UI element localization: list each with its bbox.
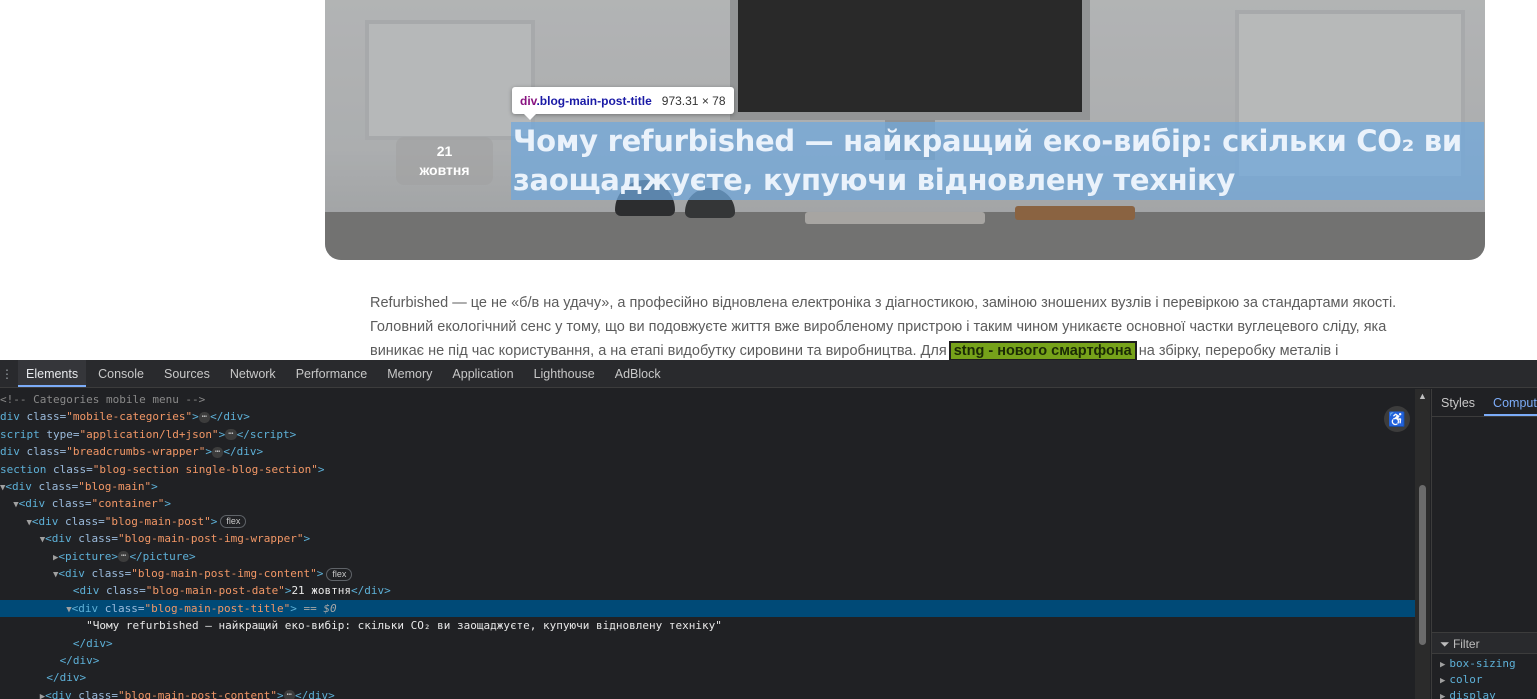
tab-elements[interactable]: Elements [18, 360, 87, 387]
tab-application[interactable]: Application [444, 360, 521, 387]
tree-row[interactable]: ▼<div class="blog-main-post"> flex [0, 513, 1415, 530]
tree-row[interactable]: section class="blog-section single-blog-… [0, 461, 1415, 478]
article-line-3-start: виникає не під час користування, а на ет… [370, 343, 951, 359]
collapse-triangle-icon: ▶ [1440, 660, 1446, 670]
tooltip-class: .blog-main-post-title [536, 93, 652, 108]
web-page: 21 жовтня Чому refurbished — найкращий е… [0, 0, 1537, 360]
tree-row-selected[interactable]: ▼<div class="blog-main-post-title"> == $… [0, 599, 1415, 618]
tree-row[interactable]: ▼<div class="blog-main-post-img-wrapper"… [0, 530, 1415, 547]
ellipsis-icon[interactable]: ⋯ [211, 446, 224, 458]
tab-adblock[interactable]: AdBlock [607, 360, 669, 387]
devtools-panel: ⋮ Elements Console Sources Network Perfo… [0, 360, 1537, 699]
post-date-badge: 21 жовтня [396, 137, 493, 185]
computed-filter-input[interactable]: ⏷ Filter [1432, 632, 1537, 654]
tab-computed[interactable]: Computed [1484, 389, 1537, 416]
article-line-3: виникає не під час користування, а на ет… [370, 339, 1450, 360]
highlighted-text: stng - нового смартфона [948, 341, 1137, 360]
article-line-2: Головний екологічний сенс у тому, що ви … [370, 319, 1387, 335]
filter-placeholder: Filter [1452, 637, 1480, 651]
tree-row[interactable]: ▼<div class="blog-main-post-img-content"… [0, 565, 1415, 582]
tooltip-tag: div [520, 93, 537, 108]
tab-memory[interactable]: Memory [379, 360, 440, 387]
post-title: Чому refurbished — найкращий еко-вибір: … [511, 122, 1484, 200]
flex-badge[interactable]: flex [220, 515, 247, 529]
tree-row[interactable]: <!-- Categories mobile menu --> [0, 391, 1415, 408]
devtools-tabbar: ⋮ Elements Console Sources Network Perfo… [0, 360, 1537, 388]
article-line-1: Refurbished — це не «б/в на удачу», а пр… [370, 295, 1397, 311]
scroll-up-icon[interactable]: ▲ [1418, 391, 1427, 401]
tree-row[interactable]: div class="breadcrumbs-wrapper"> ⋯ </div> [0, 443, 1415, 460]
ellipsis-icon[interactable]: ⋯ [118, 551, 130, 563]
sidebar-tabbar: Styles Computed [1432, 389, 1537, 417]
tree-row[interactable]: ▶<picture> ⋯ </picture> [0, 548, 1415, 565]
post-title-line-1: Чому refurbished — найкращий еко-вибір: … [513, 124, 1462, 158]
tab-network[interactable]: Network [222, 360, 284, 387]
collapse-triangle-icon: ▶ [1440, 676, 1446, 686]
tree-row[interactable]: script type="application/ld+json"> ⋯ </scr… [0, 426, 1415, 443]
scrollbar-thumb[interactable] [1419, 485, 1426, 645]
post-content: Refurbished — це не «б/в на удачу», а пр… [370, 291, 1450, 360]
tree-row[interactable]: div class="mobile-categories"> ⋯ </div> [0, 408, 1415, 425]
elements-scrollbar[interactable]: ▲ [1415, 389, 1430, 699]
ellipsis-icon[interactable]: ⋯ [225, 429, 237, 441]
tree-row[interactable]: </div> [0, 635, 1415, 652]
computed-property[interactable]: ▶ color [1432, 672, 1537, 688]
ellipsis-icon[interactable]: ⋯ [283, 690, 296, 699]
article-line-3-end: на збірку, переробку металів і [1134, 343, 1339, 359]
tab-lighthouse[interactable]: Lighthouse [526, 360, 603, 387]
elements-tree: <!-- Categories mobile menu --> div clas… [0, 389, 1415, 699]
collapse-triangle-icon: ▶ [1440, 692, 1446, 699]
tooltip-dimensions: 973.31 × 78 [661, 93, 726, 108]
tree-row[interactable]: ▼<div class="blog-main"> [0, 478, 1415, 495]
flex-badge[interactable]: flex [326, 567, 353, 581]
tree-row[interactable]: ▼<div class="container"> [0, 495, 1415, 512]
computed-property[interactable]: ▶ display [1432, 688, 1537, 699]
inspect-icon[interactable]: ⋮ [0, 360, 14, 387]
styles-sidebar: Styles Computed ⏷ Filter ▶box-sizing ▶co… [1431, 389, 1537, 699]
post-date-day: 21 [436, 143, 453, 159]
tab-performance[interactable]: Performance [288, 360, 376, 387]
inspect-tooltip: div.blog-main-post-title 973.31 × 78 [512, 87, 734, 120]
tab-styles[interactable]: Styles [1432, 389, 1484, 416]
tab-sources[interactable]: Sources [156, 360, 218, 387]
filter-icon: ⏷ [1440, 637, 1453, 651]
post-title-line-2: заощаджуєте, купуючи відновлену техніку [513, 163, 1235, 197]
tree-row[interactable]: </div> [0, 669, 1415, 686]
tab-console[interactable]: Console [90, 360, 152, 387]
accessibility-tree-icon[interactable]: ♿ [1384, 406, 1410, 432]
post-date-month: жовтня [419, 162, 470, 178]
tree-row[interactable]: <div class="blog-main-post-date">21 жовт… [0, 582, 1415, 599]
ellipsis-icon[interactable]: ⋯ [198, 411, 211, 423]
tree-row[interactable]: </div> [0, 652, 1415, 669]
computed-property[interactable]: ▶ box-sizing [1432, 656, 1537, 672]
tree-row[interactable]: "Чому refurbished — найкращий еко-вибір:… [0, 617, 1415, 634]
tree-row[interactable]: ▶<div class="blog-main-post-content"> ⋯ </… [0, 687, 1415, 699]
